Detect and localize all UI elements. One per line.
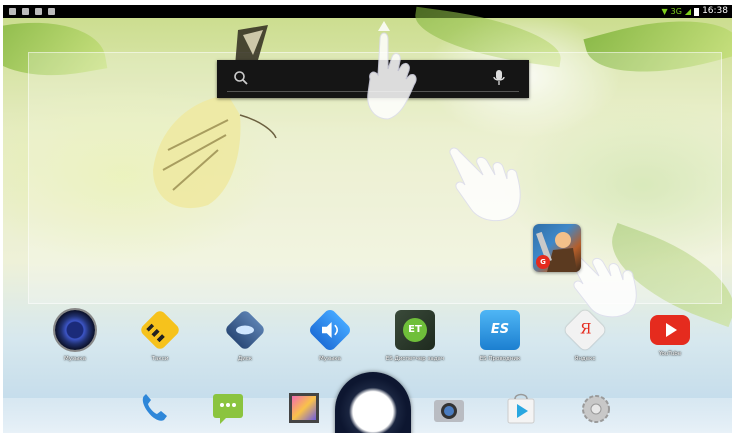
messaging-icon[interactable] <box>210 390 246 426</box>
home-screen: ▼ 3G ◢ 16:38 G Музыка Такси Диск Музыка … <box>3 5 732 433</box>
app-label: Музыка <box>64 356 86 362</box>
yandex-icon: Я <box>562 307 608 353</box>
system-icons: ▼ 3G ◢ 16:38 <box>661 5 728 18</box>
sound-icon <box>307 307 353 353</box>
taxi-icon <box>138 308 182 352</box>
app-shortcut-music-player[interactable]: Музыка <box>30 310 120 362</box>
butterfly-image <box>153 25 277 209</box>
disk-icon <box>223 308 267 352</box>
app-shortcut-es-explorer[interactable]: ES ES Проводник <box>455 310 545 362</box>
game-badge: G <box>536 255 550 269</box>
all-apps-icon[interactable] <box>335 372 411 433</box>
swipe-up-gesture-icon <box>367 21 417 120</box>
microphone-icon[interactable] <box>492 69 506 87</box>
wifi-icon: ▼ <box>661 7 668 16</box>
app-label: Яндекс <box>574 356 596 362</box>
sd-card-icon <box>48 8 55 15</box>
signal-icon: ◢ <box>684 7 692 16</box>
app-label: YouTube <box>658 351 682 357</box>
battery-icon <box>694 7 700 16</box>
app-shortcuts: Музыка Такси Диск Музыка ET ES Диспетчер… <box>3 307 732 370</box>
image-notification-icon <box>22 8 29 15</box>
es-task-manager-icon: ET <box>395 310 435 350</box>
search-notification-icon <box>35 8 42 15</box>
phone-icon[interactable] <box>136 390 172 426</box>
camera-icon[interactable] <box>431 393 467 429</box>
app-label: ES Диспетчер задач <box>385 356 445 362</box>
app-shortcut-youtube[interactable]: YouTube <box>625 310 715 357</box>
app-label: Музыка <box>319 356 341 362</box>
clock: 16:38 <box>702 6 728 16</box>
status-bar: ▼ 3G ◢ 16:38 <box>3 5 732 18</box>
app-shortcut-disk[interactable]: Диск <box>200 308 290 362</box>
game-app-icon[interactable]: G <box>533 224 581 272</box>
notification-icons <box>9 5 55 18</box>
app-shortcut-taxi[interactable]: Такси <box>115 308 205 362</box>
app-label: ES Проводник <box>479 356 521 362</box>
youtube-icon <box>650 315 690 345</box>
app-label: Такси <box>151 356 169 362</box>
speaker-icon <box>55 310 95 350</box>
app-shortcut-yandex[interactable]: Я Яндекс <box>540 307 630 362</box>
search-icon[interactable] <box>233 70 249 86</box>
app-label: Диск <box>237 356 253 362</box>
swipe-gesture-icon <box>449 147 521 222</box>
play-store-icon[interactable] <box>503 391 539 427</box>
usb-icon <box>9 8 16 15</box>
network-type: 3G <box>670 7 682 16</box>
gallery-icon[interactable] <box>286 390 322 426</box>
es-explorer-icon: ES <box>480 310 520 350</box>
app-shortcut-es-task-manager[interactable]: ET ES Диспетчер задач <box>370 310 460 362</box>
settings-icon[interactable] <box>578 391 614 427</box>
app-shortcut-music[interactable]: Музыка <box>285 307 375 362</box>
